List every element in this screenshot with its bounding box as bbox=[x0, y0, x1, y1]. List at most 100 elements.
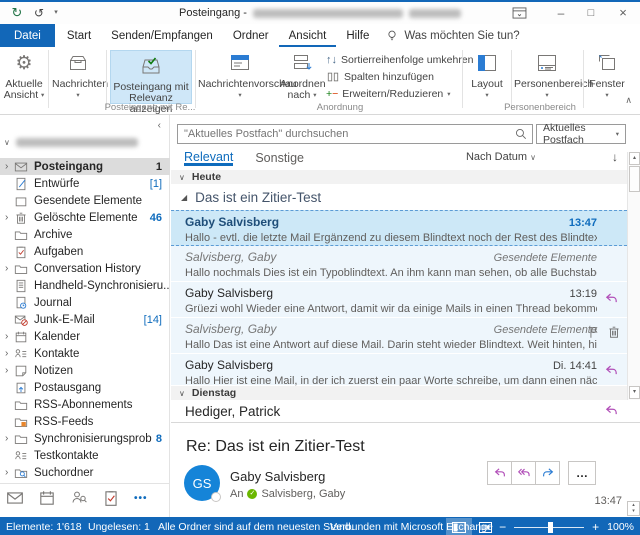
sidebar-item-kontakte[interactable]: › Kontakte bbox=[0, 345, 170, 362]
recipient-name[interactable]: Salvisberg, Gaby bbox=[261, 488, 345, 500]
collapse-folder-pane-icon[interactable]: ‹ bbox=[158, 120, 161, 131]
sort-by-dropdown[interactable]: Nach Datum ∨ bbox=[466, 151, 536, 163]
close-button[interactable]: × bbox=[610, 2, 636, 24]
tab-hilfe[interactable]: Hilfe bbox=[336, 24, 379, 47]
tab-senden-empfangen[interactable]: Senden/Empfangen bbox=[101, 24, 223, 47]
tab-start[interactable]: Start bbox=[57, 24, 101, 47]
search-icon[interactable] bbox=[514, 127, 528, 141]
add-columns-button[interactable]: Spalten hinzufügen bbox=[326, 70, 434, 84]
chevron-right-icon[interactable]: › bbox=[5, 331, 14, 342]
sidebar-item-postausgang[interactable]: Postausgang bbox=[0, 379, 170, 396]
messages-button[interactable]: Nachrichten ▾ bbox=[52, 50, 104, 104]
conversation-expanded-icon[interactable]: ◢ bbox=[181, 193, 187, 202]
sort-direction-icon[interactable]: ↓ bbox=[612, 150, 618, 164]
tab-relevant[interactable]: Relevant bbox=[184, 150, 233, 166]
sidebar-item-handheld-sync[interactable]: Handheld-Synchronisieru... bbox=[0, 277, 170, 294]
zoom-level[interactable]: 100% bbox=[607, 521, 634, 533]
sidebar-item-journal[interactable]: Journal bbox=[0, 294, 170, 311]
zoom-slider-thumb[interactable] bbox=[548, 522, 553, 533]
sidebar-item-archive[interactable]: Archive bbox=[0, 226, 170, 243]
sidebar-item-testkontakte[interactable]: Testkontakte bbox=[0, 447, 170, 464]
more-actions-button[interactable]: … bbox=[568, 461, 596, 485]
send-receive-icon[interactable]: ↻ bbox=[8, 2, 26, 24]
maximize-button[interactable]: □ bbox=[578, 2, 604, 24]
mail-nav-icon[interactable] bbox=[6, 489, 24, 507]
tell-me-box[interactable]: Was möchten Sie tun? bbox=[385, 24, 519, 47]
message-row[interactable]: Gaby Salvisberg Di. 14:41 Hallo Hier ist… bbox=[171, 354, 627, 386]
sidebar-item-suchordner[interactable]: › Suchordner bbox=[0, 464, 170, 481]
account-row[interactable]: ∨ bbox=[4, 138, 138, 147]
layout-button[interactable]: Layout ▾ bbox=[466, 50, 508, 104]
scroll-up-icon[interactable]: ▴ bbox=[629, 152, 640, 165]
avatar[interactable]: GS bbox=[184, 465, 220, 501]
sidebar-item-rss-abonnements[interactable]: RSS-Abonnements bbox=[0, 396, 170, 413]
group-header-dienstag[interactable]: ∨ Dienstag bbox=[171, 386, 627, 400]
chevron-right-icon[interactable]: › bbox=[5, 467, 14, 478]
sidebar-item-kalender[interactable]: › Kalender bbox=[0, 328, 170, 345]
tab-ordner[interactable]: Ordner bbox=[223, 24, 279, 47]
current-view-button[interactable]: ⚙ Aktuelle Ansicht ▾ bbox=[2, 50, 46, 104]
folder-label: RSS-Feeds bbox=[34, 416, 170, 428]
arrange-by-button[interactable]: Anordnen nach ▾ bbox=[280, 50, 324, 104]
flag-icon[interactable] bbox=[587, 325, 601, 339]
more-apps-ellipsis-icon[interactable]: ••• bbox=[134, 493, 148, 504]
message-row[interactable]: Gaby Salvisberg 13:19 Grüezi wohl Wieder… bbox=[171, 282, 627, 318]
chevron-right-icon[interactable]: › bbox=[5, 365, 14, 376]
zoom-slider[interactable] bbox=[514, 527, 584, 528]
tab-ansicht[interactable]: Ansicht bbox=[279, 24, 337, 47]
qat-customize-caret-icon[interactable]: ▾ bbox=[50, 2, 62, 24]
chevron-right-icon[interactable]: › bbox=[5, 161, 14, 172]
tab-datei[interactable]: Datei bbox=[0, 24, 55, 47]
normal-view-button[interactable] bbox=[446, 518, 472, 535]
people-pane-button[interactable]: Personenbereich ▾ bbox=[514, 50, 580, 104]
message-row[interactable]: Salvisberg, Gaby Gesendete Elemente Hall… bbox=[171, 318, 627, 354]
sidebar-item-posteingang[interactable]: › Posteingang 1 bbox=[0, 158, 170, 175]
sidebar-item-junk-e-mail[interactable]: Junk-E-Mail [14] bbox=[0, 311, 170, 328]
chevron-right-icon[interactable]: › bbox=[5, 263, 14, 274]
collapse-ribbon-icon[interactable]: ∧ bbox=[625, 95, 632, 106]
search-input[interactable] bbox=[177, 124, 533, 144]
tasks-nav-icon[interactable] bbox=[102, 489, 120, 507]
group-header-heute[interactable]: ∨ Heute bbox=[171, 170, 627, 184]
conversation-header[interactable]: ◢ Das ist ein Zitier-Test bbox=[171, 185, 627, 209]
message-list-scrollbar[interactable]: ▴ ▾ bbox=[627, 152, 640, 400]
trash-icon[interactable] bbox=[607, 325, 621, 339]
chevron-right-icon[interactable]: › bbox=[5, 212, 14, 223]
forward-button[interactable] bbox=[535, 462, 559, 484]
reverse-sort-button[interactable]: ↑↓ Sortierreihenfolge umkehren bbox=[326, 53, 474, 67]
message-preview-button[interactable]: Nachrichtenvorschau ▾ bbox=[198, 50, 282, 104]
search-scope-dropdown[interactable]: Aktuelles Postfach ▾ bbox=[536, 124, 626, 144]
reading-pane-scroll-stepper[interactable]: ▴ ▾ bbox=[627, 501, 640, 516]
ribbon-display-options-icon[interactable] bbox=[512, 2, 538, 24]
sidebar-item-conversation-history[interactable]: › Conversation History bbox=[0, 260, 170, 277]
sidebar-item-aufgaben[interactable]: Aufgaben bbox=[0, 243, 170, 260]
sidebar-item-rss-feeds[interactable]: RSS-Feeds bbox=[0, 413, 170, 430]
expand-collapse-button[interactable]: +− Erweitern/Reduzieren ▾ bbox=[326, 87, 451, 101]
minimize-button[interactable]: – bbox=[548, 2, 574, 24]
message-row[interactable]: Hediger, Patrick bbox=[171, 401, 627, 422]
sidebar-item-sync-probleme[interactable]: › Synchronisierungsprobl... 8 bbox=[0, 430, 170, 447]
zoom-in-button[interactable]: + bbox=[592, 517, 599, 535]
calendar-nav-icon[interactable] bbox=[38, 489, 56, 507]
sender-name[interactable]: Gaby Salvisberg bbox=[230, 469, 325, 484]
sidebar-item-notizen[interactable]: › Notizen bbox=[0, 362, 170, 379]
reply-all-button[interactable] bbox=[511, 462, 535, 484]
undo-icon[interactable]: ↺ bbox=[30, 2, 48, 24]
reply-button[interactable] bbox=[488, 462, 511, 484]
tab-sonstige[interactable]: Sonstige bbox=[255, 151, 304, 165]
scrollbar-thumb[interactable] bbox=[629, 166, 640, 192]
show-focused-inbox-button[interactable]: Posteingang mit Relevanz anzeigen bbox=[110, 50, 192, 104]
scroll-down-icon[interactable]: ▾ bbox=[628, 508, 639, 514]
sidebar-item-gesendete-elemente[interactable]: Gesendete Elemente bbox=[0, 192, 170, 209]
scroll-down-icon[interactable]: ▾ bbox=[629, 386, 640, 399]
sidebar-item-geloeschte-elemente[interactable]: › Gelöschte Elemente 46 bbox=[0, 209, 170, 226]
people-nav-icon[interactable] bbox=[70, 489, 88, 507]
message-row[interactable]: Salvisberg, Gaby Gesendete Elemente Hall… bbox=[171, 246, 627, 282]
chevron-right-icon[interactable]: › bbox=[5, 348, 14, 359]
message-row[interactable]: Gaby Salvisberg 13:47 Hallo - evtl. die … bbox=[171, 210, 627, 246]
chevron-right-icon[interactable]: › bbox=[5, 433, 14, 444]
zoom-out-button[interactable]: − bbox=[499, 517, 506, 535]
sidebar-item-entwuerfe[interactable]: Entwürfe [1] bbox=[0, 175, 170, 192]
reading-view-button[interactable] bbox=[472, 518, 498, 535]
window-button[interactable]: Fenster ▾ bbox=[586, 50, 628, 104]
